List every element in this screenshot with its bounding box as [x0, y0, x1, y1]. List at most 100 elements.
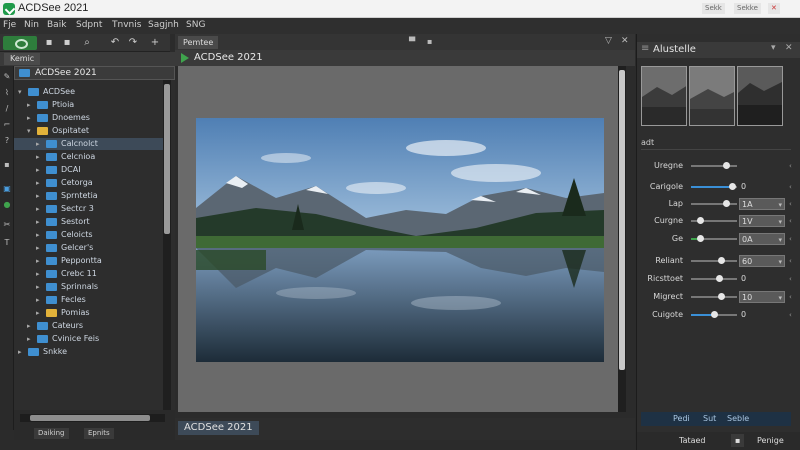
color-icon[interactable]: ●	[2, 200, 12, 210]
slider-knob[interactable]	[715, 275, 723, 282]
forward-icon[interactable]: ↷	[126, 36, 140, 50]
slider-knob[interactable]	[717, 293, 725, 300]
reset-icon[interactable]: ‹	[789, 181, 792, 193]
slider-knob[interactable]	[729, 183, 737, 190]
collapse-arrow-icon[interactable]: ▸	[36, 242, 44, 254]
folder-path-bar[interactable]: ACDSee 2021	[14, 66, 175, 80]
tree-item[interactable]: ▸ Cvinice Feis	[14, 333, 164, 345]
tree-item[interactable]: ▸ Sprntetia	[14, 190, 164, 202]
tree-item[interactable]: ▸ Cetorga	[14, 177, 164, 189]
tree-item[interactable]: ▸ Gelcer's	[14, 242, 164, 254]
tree-item[interactable]: ▸ Sestort	[14, 216, 164, 228]
wand-icon[interactable]: /	[2, 104, 12, 114]
adjustment-value-field[interactable]: 60	[739, 255, 785, 268]
collapse-arrow-icon[interactable]: ▸	[36, 151, 44, 163]
menu-item-5[interactable]: Tnvnis	[112, 20, 141, 30]
adjust-section-header[interactable]: adt	[641, 138, 791, 150]
tree-item[interactable]: ▸ Dnoemes	[14, 112, 164, 124]
expand-arrow-icon[interactable]: ▾	[18, 86, 26, 98]
crop-icon[interactable]: ⌐	[2, 120, 12, 130]
adjustment-slider[interactable]	[691, 257, 737, 264]
tree-item[interactable]: ▸ Crebc 11	[14, 268, 164, 280]
tree-item[interactable]: ▸ Fecles	[14, 294, 164, 306]
heal-icon[interactable]: ?	[2, 136, 12, 146]
collapse-arrow-icon[interactable]: ▸	[36, 190, 44, 202]
reset-icon[interactable]: ‹	[789, 233, 792, 245]
adjustment-slider[interactable]	[691, 275, 737, 282]
tree-item[interactable]: ▾ ACDSee	[14, 86, 164, 98]
slider-knob[interactable]	[697, 217, 705, 224]
slider-knob[interactable]	[717, 257, 725, 264]
tree-item[interactable]: ▸ Sectcr 3	[14, 203, 164, 215]
pen-icon[interactable]: ✎	[2, 72, 12, 82]
tree-item[interactable]: ▸ Cateurs	[14, 320, 164, 332]
collapse-arrow-icon[interactable]: ▸	[27, 99, 35, 111]
filter-icon[interactable]: ▽	[605, 36, 612, 46]
adjustment-slider[interactable]	[691, 162, 737, 169]
adjustment-value-field[interactable]: 1A	[739, 198, 785, 211]
tree-item[interactable]: ▸ Peppontta	[14, 255, 164, 267]
reset-icon[interactable]: ‹	[789, 309, 792, 321]
stamp-icon[interactable]: ▪	[2, 160, 12, 170]
tree-item[interactable]: ▾ Ospitatet	[14, 125, 164, 137]
reset-icon[interactable]: ‹	[789, 198, 792, 210]
layout-icon[interactable]: ▀	[409, 37, 415, 46]
expand-arrow-icon[interactable]: ▾	[27, 125, 35, 137]
collapse-icon[interactable]: ▾	[771, 43, 776, 53]
tree-item[interactable]: ▸ Sprinnals	[14, 281, 164, 293]
collapse-arrow-icon[interactable]: ▸	[36, 281, 44, 293]
preset-thumbnail-3[interactable]	[737, 66, 783, 126]
menu-item-1[interactable]: Fje	[3, 20, 16, 30]
reset-icon[interactable]: ‹	[789, 255, 792, 267]
window-button-1[interactable]: Sekk	[702, 3, 725, 14]
text-icon[interactable]: T	[2, 238, 12, 248]
tree-item[interactable]: ▸ Snkke	[14, 346, 164, 358]
image-viewer[interactable]	[178, 66, 626, 412]
tree-item[interactable]: ▸ Pomias	[14, 307, 164, 319]
menu-item-7[interactable]: SNG	[186, 20, 205, 30]
right-tab-3[interactable]: Seble	[727, 413, 749, 425]
collapse-arrow-icon[interactable]: ▸	[18, 346, 26, 358]
preset-thumbnail-2[interactable]	[689, 66, 735, 126]
folder-horizontal-scrollbar[interactable]	[20, 414, 165, 422]
preview-tab[interactable]: Pemtee	[178, 36, 219, 49]
horizontal-scrollbar-thumb[interactable]	[30, 415, 150, 421]
adjustment-slider[interactable]	[691, 217, 737, 224]
collapse-arrow-icon[interactable]: ▸	[36, 307, 44, 319]
reset-icon[interactable]: ‹	[789, 215, 792, 227]
collapse-arrow-icon[interactable]: ▸	[36, 255, 44, 267]
zoom-icon[interactable]: ⌕	[80, 36, 94, 50]
add-icon[interactable]: +	[148, 36, 162, 50]
play-icon[interactable]	[181, 53, 189, 63]
menu-item-3[interactable]: Baik	[47, 20, 66, 30]
folder-vertical-scrollbar[interactable]	[163, 80, 171, 420]
window-button-2[interactable]: Sekke	[734, 3, 761, 14]
folders-tab[interactable]: Kemic	[4, 53, 41, 65]
bottom-tab-1[interactable]: Daiking	[34, 428, 69, 439]
adjustment-slider[interactable]	[691, 183, 737, 190]
menu-item-2[interactable]: Nin	[24, 20, 39, 30]
collapse-arrow-icon[interactable]: ▸	[36, 164, 44, 176]
adjustment-value-field[interactable]: 10	[739, 291, 785, 304]
adjustment-value-field[interactable]: 0A	[739, 233, 785, 246]
save-icon[interactable]: ▪	[60, 36, 74, 50]
right-tab-1[interactable]: Pedi	[673, 413, 690, 425]
viewer-scrollbar-thumb[interactable]	[619, 70, 625, 370]
collapse-arrow-icon[interactable]: ▸	[27, 320, 35, 332]
tree-item[interactable]: ▸ DCAI	[14, 164, 164, 176]
slider-knob[interactable]	[722, 200, 730, 207]
collapse-arrow-icon[interactable]: ▸	[27, 112, 35, 124]
adjustment-value-field[interactable]: 1V	[739, 215, 785, 228]
tree-item[interactable]: ▸ Ptioia	[14, 99, 164, 111]
collapse-arrow-icon[interactable]: ▸	[36, 294, 44, 306]
grid-icon[interactable]: ▪	[427, 37, 432, 46]
footer-button-2[interactable]: Penige	[753, 434, 788, 447]
footer-folder-icon[interactable]: ▪	[731, 434, 745, 447]
slider-knob[interactable]	[722, 162, 730, 169]
tree-item[interactable]: ▸ Calcnolct	[14, 138, 164, 150]
adjustment-slider[interactable]	[691, 293, 737, 300]
right-tab-2[interactable]: Sut	[703, 413, 716, 425]
slider-knob[interactable]	[697, 235, 705, 242]
slider-knob[interactable]	[711, 311, 718, 318]
brush-icon[interactable]: ⌇	[2, 88, 12, 98]
